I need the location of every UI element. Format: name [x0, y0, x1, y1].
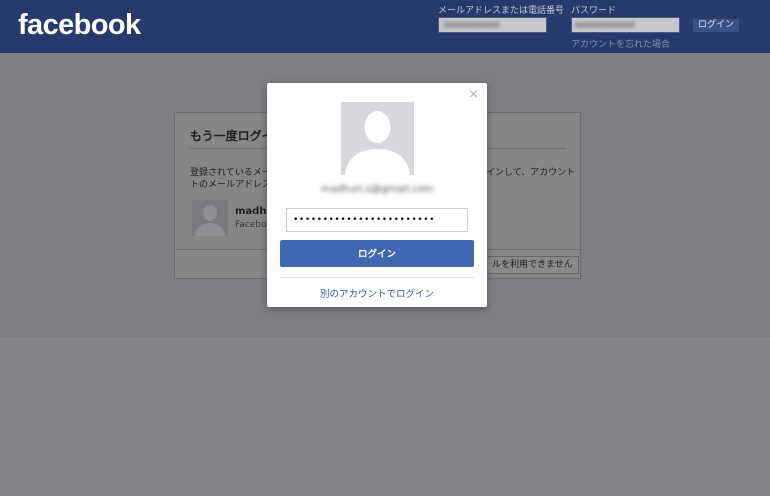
divider [280, 277, 474, 278]
relogin-card-text-2: トのメールアドレス [190, 180, 272, 190]
forgot-account-link[interactable]: アカウントを忘れた場合 [571, 37, 670, 50]
email-unavailable-button[interactable]: ルを利用できません [486, 256, 579, 274]
header-email-input[interactable]: (▪▪▪▪▪▪▪▪▪▪ [438, 17, 547, 33]
profile-avatar [341, 102, 414, 175]
account-email: madhuri.s@gmail.com [320, 184, 434, 195]
other-account-login-link[interactable]: 別のアカウントでログイン [267, 286, 487, 300]
header-email-value: (▪▪▪▪▪▪▪▪▪▪ [442, 20, 500, 29]
page-lower-area [0, 337, 770, 496]
relogin-card-text-end: インして、アカウント [486, 168, 576, 178]
header-login-button[interactable]: ログイン [692, 18, 741, 33]
close-icon[interactable]: × [468, 88, 479, 101]
header-password-value: ▪▪▪▪▪▪▪▪▪▪▪ [575, 20, 635, 29]
facebook-logo[interactable]: facebook [18, 9, 141, 42]
relogin-card-title: もう一度ログイ [190, 129, 274, 143]
default-avatar-icon [341, 102, 414, 175]
top-navigation-bar: facebook メールアドレスまたは電話番号 (▪▪▪▪▪▪▪▪▪▪ パスワー… [0, 0, 770, 53]
email-label: メールアドレスまたは電話番号 [438, 6, 565, 16]
login-button[interactable]: ログイン [280, 240, 474, 267]
default-avatar-icon [192, 200, 228, 236]
password-input[interactable]: •••••••••••••••••••••••• [286, 208, 468, 232]
login-modal: × madhuri.s@gmail.com ••••••••••••••••••… [267, 83, 487, 307]
header-password-input[interactable]: ▪▪▪▪▪▪▪▪▪▪▪ [571, 17, 680, 33]
account-avatar[interactable] [192, 200, 228, 236]
password-label: パスワード [571, 6, 617, 16]
